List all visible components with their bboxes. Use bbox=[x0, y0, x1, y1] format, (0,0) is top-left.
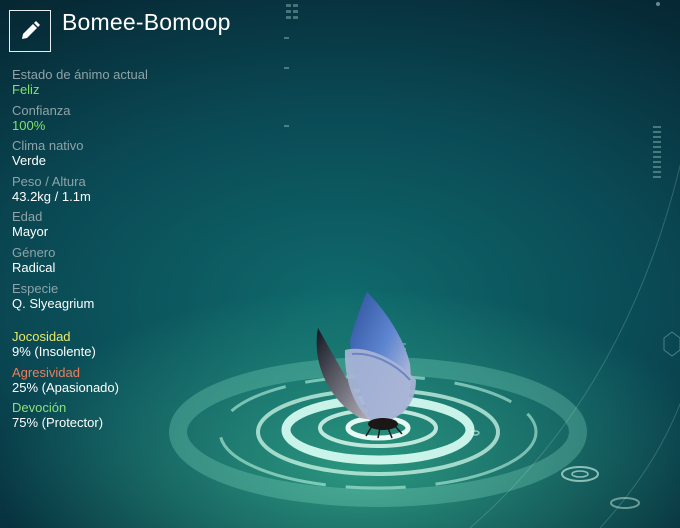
pencil-icon bbox=[22, 21, 40, 39]
stat-label: Especie bbox=[12, 280, 59, 296]
stat-value: Verde bbox=[12, 153, 46, 169]
trait-label: Jocosidad bbox=[12, 329, 71, 344]
trait-devotion: Devoción 75% (Protector) bbox=[12, 400, 119, 436]
stat-label: Género bbox=[12, 244, 56, 260]
creature-name: Bomee-Bomoop bbox=[62, 9, 231, 35]
stat-label: Confianza bbox=[12, 102, 71, 118]
trait-label: Agresividad bbox=[12, 364, 80, 380]
stat-value: Mayor bbox=[12, 224, 49, 240]
stat-label: Estado de ánimo actual bbox=[12, 67, 148, 82]
stat-mood: Estado de ánimo actual Feliz bbox=[12, 67, 148, 103]
stat-value: 100% bbox=[12, 117, 46, 133]
stat-value: Q. Slyeagrium bbox=[12, 295, 95, 311]
corner-dot bbox=[656, 2, 660, 6]
stat-species: Especie Q. Slyeagrium bbox=[12, 281, 148, 317]
stat-weight-height: Peso / Altura 43.2kg / 1.1m bbox=[12, 174, 148, 210]
trait-playfulness: Jocosidad 9% (Insolente) bbox=[12, 329, 119, 365]
stat-label: Edad bbox=[12, 209, 43, 225]
personality-panel: Jocosidad 9% (Insolente) Agresividad 25%… bbox=[12, 329, 119, 436]
stat-label: Peso / Altura bbox=[12, 173, 86, 189]
edit-name-button[interactable] bbox=[9, 10, 51, 52]
stat-label: Clima nativo bbox=[12, 138, 84, 154]
stat-gender: Género Radical bbox=[12, 245, 148, 281]
stat-climate: Clima nativo Verde bbox=[12, 138, 148, 174]
stat-value: Radical bbox=[12, 259, 56, 275]
grid-marks bbox=[284, 4, 661, 350]
trait-value: 9% (Insolente) bbox=[12, 344, 96, 359]
stat-age: Edad Mayor bbox=[12, 209, 148, 245]
trait-label: Devoción bbox=[12, 400, 67, 416]
stats-panel: Estado de ánimo actual Feliz Confianza 1… bbox=[12, 67, 148, 316]
stat-value: Feliz bbox=[12, 82, 40, 97]
trait-value: 25% (Apasionado) bbox=[12, 379, 119, 395]
stat-value: 43.2kg / 1.1m bbox=[12, 188, 91, 204]
trait-aggression: Agresividad 25% (Apasionado) bbox=[12, 365, 119, 401]
stat-trust: Confianza 100% bbox=[12, 103, 148, 139]
hex-marker bbox=[663, 331, 680, 357]
trait-value: 75% (Protector) bbox=[12, 415, 104, 431]
